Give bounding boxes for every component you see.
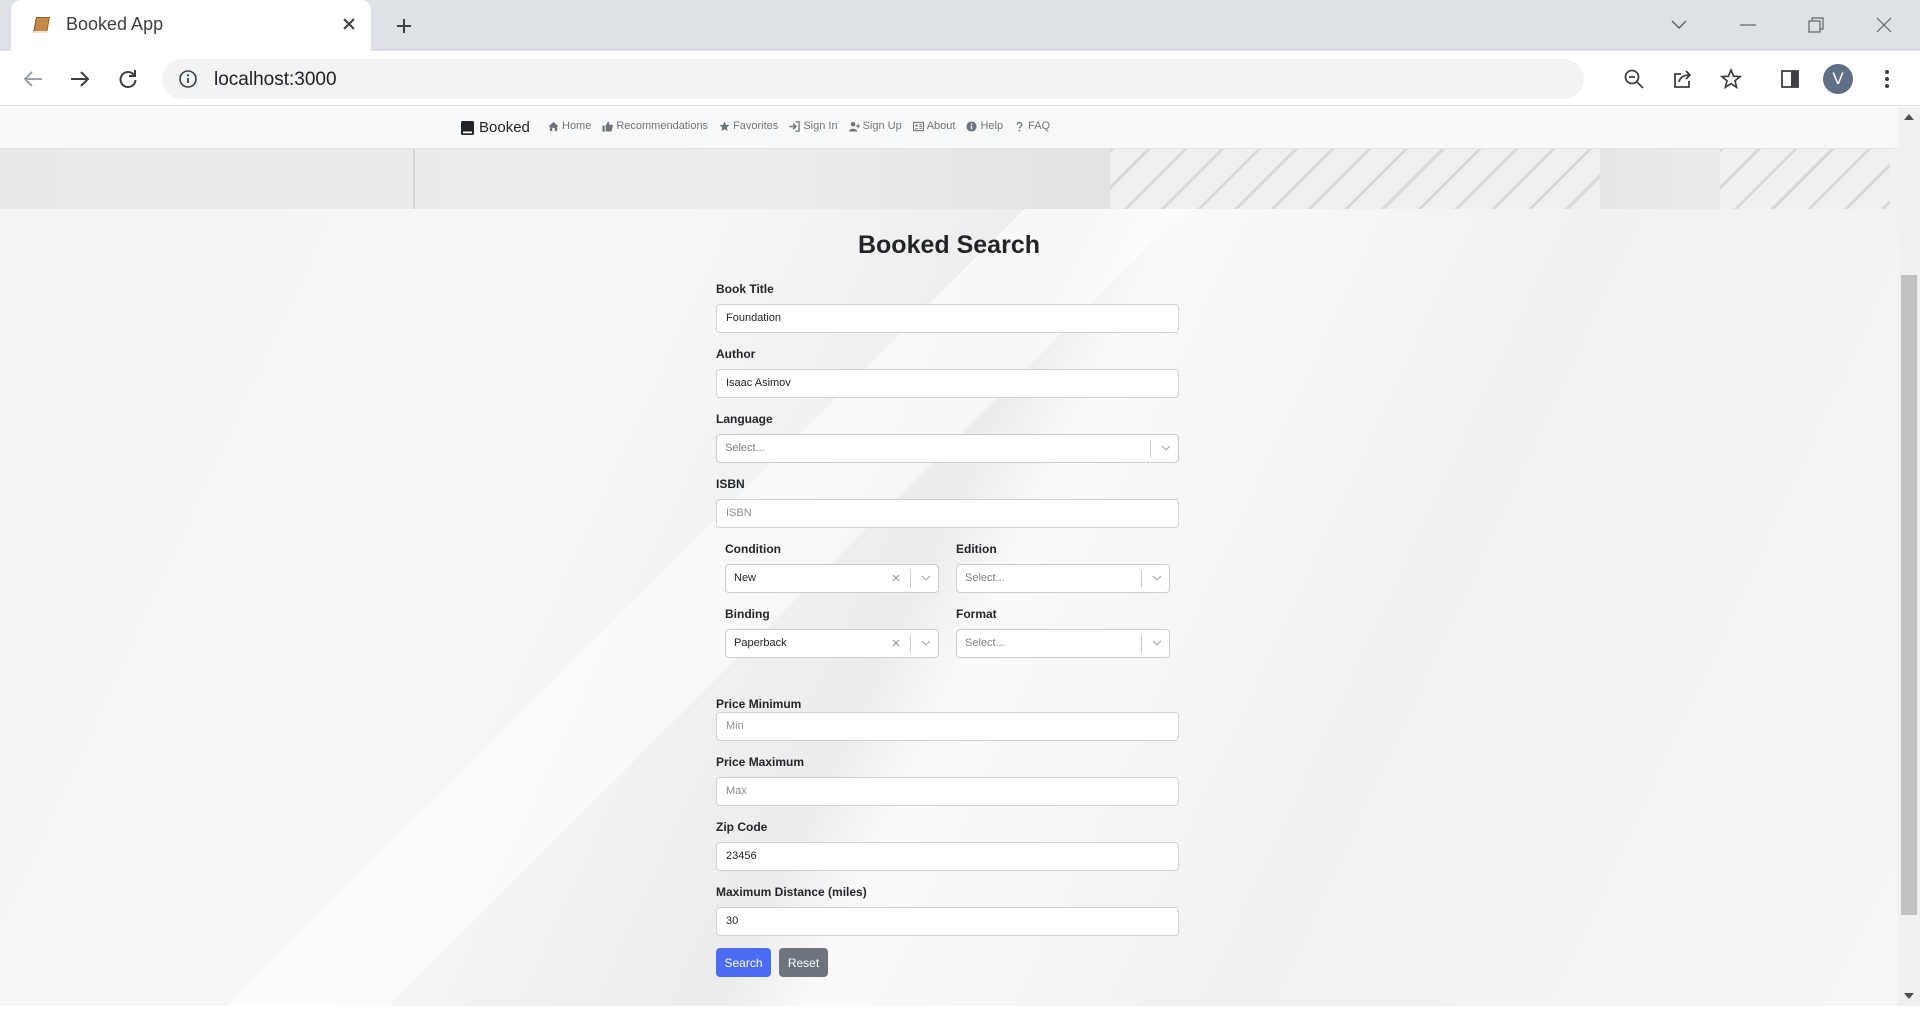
language-select-value: Select... (725, 442, 765, 454)
scrollbar-thumb[interactable] (1901, 275, 1917, 915)
nav-link-label: Favorites (733, 120, 779, 132)
reload-icon[interactable] (113, 64, 143, 94)
info-circle-icon (966, 120, 977, 132)
star-icon (719, 120, 730, 131)
nav-link-label: Sign In (803, 120, 838, 132)
edition-label: Edition (956, 542, 997, 556)
back-icon[interactable] (18, 64, 48, 94)
isbn-input[interactable]: ISBN (716, 499, 1179, 528)
zoom-out-icon[interactable] (1619, 64, 1649, 94)
brand-label: Booked (479, 119, 530, 136)
minimize-icon[interactable] (1733, 10, 1763, 40)
chevron-down-icon[interactable] (919, 636, 933, 650)
restore-icon[interactable] (1801, 10, 1831, 40)
binding-label: Binding (725, 607, 770, 621)
max-distance-label: Maximum Distance (miles) (716, 885, 867, 899)
nav-link-recommendations[interactable]: Recommendations (602, 120, 708, 132)
scroll-up-arrow-icon[interactable] (1903, 111, 1915, 123)
price-min-input[interactable]: Min (716, 712, 1179, 741)
nav-link-label: Home (562, 120, 592, 132)
nav-link-home[interactable]: Home (548, 120, 591, 132)
format-select[interactable]: Select... (956, 629, 1170, 658)
more-menu-icon[interactable] (1872, 64, 1902, 94)
browser-toolbar: localhost:3000 V (0, 51, 1920, 106)
search-button[interactable]: Search (716, 948, 771, 977)
nav-link-faq[interactable]: FAQ (1014, 120, 1050, 132)
bookmark-star-icon[interactable] (1716, 64, 1746, 94)
nav-link-label: Sign Up (862, 120, 902, 132)
new-tab-icon[interactable] (390, 12, 418, 40)
isbn-label: ISBN (716, 477, 745, 491)
page-viewport: Booked Home Recommendations Favorites Si… (0, 107, 1898, 1006)
nav-link-sign-up[interactable]: Sign Up (848, 120, 902, 132)
author-label: Author (716, 347, 756, 361)
thumbs-up-icon (602, 120, 614, 132)
reset-button[interactable]: Reset (779, 948, 828, 977)
browser-tabstrip: Booked App (0, 0, 1920, 51)
nav-link-favorites[interactable]: Favorites (719, 120, 778, 132)
language-label: Language (716, 412, 773, 426)
book-icon (461, 120, 474, 135)
book-title-label: Book Title (716, 282, 774, 296)
price-max-label: Price Maximum (716, 755, 805, 769)
clear-icon[interactable] (889, 571, 903, 585)
price-max-input[interactable]: Max (716, 777, 1179, 806)
nav-link-label: Recommendations (616, 120, 709, 132)
user-plus-icon (848, 121, 860, 132)
address-bar[interactable]: localhost:3000 (162, 59, 1584, 99)
zip-code-label: Zip Code (716, 820, 768, 834)
url-text: localhost:3000 (214, 69, 337, 90)
tab-title: Booked App (66, 14, 164, 34)
clear-icon[interactable] (889, 636, 903, 650)
close-window-icon[interactable] (1869, 10, 1899, 40)
home-icon (548, 121, 559, 131)
chevron-down-icon[interactable] (1150, 636, 1164, 650)
chevron-down-icon[interactable] (919, 571, 933, 585)
page-title: Booked Search (857, 231, 1040, 259)
chevron-down-icon[interactable] (1150, 571, 1164, 585)
sign-in-icon (789, 120, 801, 132)
condition-label: Condition (725, 542, 781, 556)
author-input[interactable]: Isaac Asimov (716, 369, 1179, 398)
edition-select[interactable]: Select... (956, 564, 1170, 593)
nav-link-about[interactable]: About (912, 120, 956, 132)
question-icon (1016, 121, 1023, 131)
condition-select[interactable]: New (725, 564, 939, 593)
nav-link-label: FAQ (1028, 120, 1051, 132)
side-panel-icon[interactable] (1775, 64, 1805, 94)
browser-tab[interactable]: Booked App (11, 0, 371, 51)
forward-icon[interactable] (65, 64, 95, 94)
nav-link-label: About (926, 120, 956, 132)
max-distance-input[interactable]: 30 (716, 907, 1179, 936)
app-navbar: Booked Home Recommendations Favorites Si… (0, 107, 1898, 149)
price-min-label: Price Minimum (716, 697, 802, 711)
zip-code-input[interactable]: 23456 (716, 842, 1179, 871)
profile-avatar[interactable]: V (1823, 64, 1853, 94)
language-select[interactable]: Select... (716, 434, 1179, 463)
id-card-icon (912, 121, 924, 131)
page-scrollbar[interactable] (1898, 107, 1920, 1006)
edition-select-value: Select... (965, 572, 1005, 584)
nav-links: Home Recommendations Favorites Sign In S… (548, 120, 1050, 132)
nav-link-label: Help (980, 120, 1004, 132)
chevron-down-icon[interactable] (1159, 441, 1173, 455)
brand-link[interactable]: Booked (461, 119, 530, 136)
condition-select-value: New (734, 572, 757, 584)
tab-search-chevron-icon[interactable] (1664, 10, 1694, 40)
scroll-down-arrow-icon[interactable] (1903, 990, 1915, 1002)
format-select-value: Select... (965, 637, 1005, 649)
binding-select-value: Paperback (734, 637, 787, 649)
nav-link-help[interactable]: Help (966, 120, 1003, 132)
book-title-input[interactable]: Foundation (716, 304, 1179, 333)
nav-link-sign-in[interactable]: Sign In (789, 120, 838, 132)
book-favicon-icon (31, 15, 53, 35)
close-tab-icon[interactable] (337, 12, 361, 36)
site-info-icon[interactable] (178, 69, 198, 89)
format-label: Format (956, 607, 997, 621)
binding-select[interactable]: Paperback (725, 629, 939, 658)
share-icon[interactable] (1668, 64, 1698, 94)
